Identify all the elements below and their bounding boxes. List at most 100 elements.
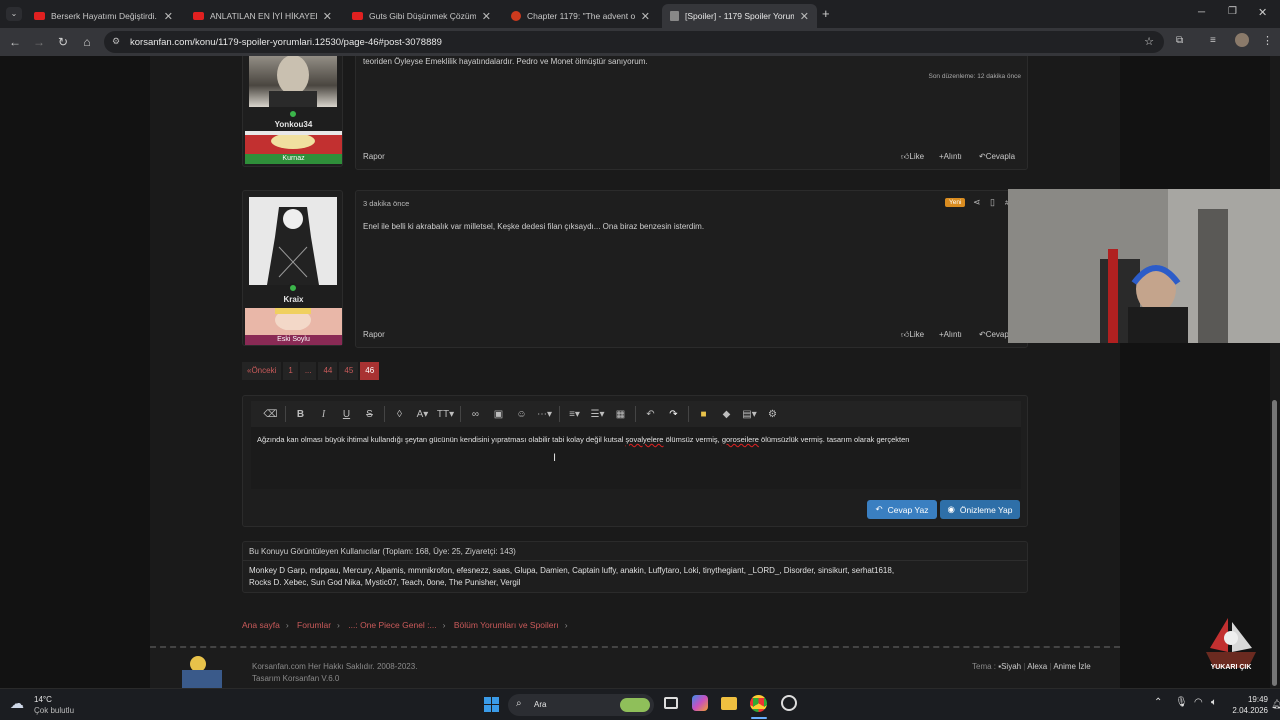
table-icon[interactable]: ▦ xyxy=(609,409,632,420)
back-icon[interactable]: ← xyxy=(4,31,26,53)
undo-icon[interactable]: ↶ xyxy=(639,409,662,420)
color-icon[interactable]: ◊ xyxy=(388,409,411,420)
notification-icon[interactable]: 🔔︎ xyxy=(1271,699,1280,710)
theme-link[interactable]: Siyah xyxy=(1001,662,1021,671)
quote-button[interactable]: +Alıntı xyxy=(939,152,962,161)
share-icon[interactable]: ⋖ xyxy=(973,197,981,208)
close-icon[interactable]: ✕ xyxy=(323,10,332,23)
extensions-icon[interactable]: ⧉ xyxy=(1176,35,1183,46)
page-link-current[interactable]: 46 xyxy=(360,362,380,380)
eraser-icon[interactable]: ⌫ xyxy=(259,409,282,420)
prev-page-link[interactable]: «Önceki xyxy=(242,362,282,380)
tab-search-button[interactable]: ⌄ xyxy=(6,7,22,21)
close-icon[interactable]: ✕ xyxy=(164,10,173,23)
close-icon[interactable]: ✕ xyxy=(482,10,491,23)
breadcrumb-category[interactable]: ...: One Piece Genel :... xyxy=(348,620,436,630)
home-icon[interactable]: ⌂ xyxy=(76,31,98,53)
page-link-1[interactable]: 1 xyxy=(283,362,298,380)
report-link[interactable]: Rapor xyxy=(363,152,385,161)
drafts-icon[interactable]: ▤▾ xyxy=(738,409,761,420)
viewers-list-line2[interactable]: Rocks D. Xebec, Sun God Nika, Mystic07, … xyxy=(249,578,520,587)
microphone-icon[interactable]: 🎙︎ xyxy=(1175,697,1188,708)
more-icon[interactable]: ⋯▾ xyxy=(533,409,556,420)
reply-link[interactable]: ↶Cevapla xyxy=(979,152,1015,161)
font-size-icon[interactable]: TT▾ xyxy=(434,409,457,420)
post-time[interactable]: 3 dakika önce xyxy=(363,199,409,208)
page-link-44[interactable]: 44 xyxy=(318,362,338,380)
font-family-icon[interactable]: A▾ xyxy=(411,409,434,420)
taskbar-search[interactable]: ⌕ Ara xyxy=(508,694,654,716)
page-ellipsis[interactable]: ... xyxy=(299,362,317,380)
align-icon[interactable]: ≡▾ xyxy=(563,409,586,420)
like-button[interactable]: 👍︎Like xyxy=(901,152,924,162)
tab-3[interactable]: Guts Gibi Düşünmek Çözüm Ol ✕ xyxy=(344,4,499,28)
bookmark-icon[interactable]: ▯ xyxy=(990,197,995,208)
new-tab-button[interactable]: + xyxy=(822,6,830,21)
close-icon[interactable]: ✕ xyxy=(641,10,650,23)
strikethrough-icon[interactable]: S xyxy=(358,409,381,420)
image-icon[interactable]: ▣ xyxy=(487,409,510,420)
alexa-link[interactable]: Alexa xyxy=(1027,662,1047,671)
chrome-icon[interactable] xyxy=(750,695,767,712)
username[interactable]: Kraix xyxy=(243,295,344,304)
online-status-icon xyxy=(288,109,298,119)
breadcrumb-home[interactable]: Ana sayfa xyxy=(242,620,280,630)
scrollbar-thumb[interactable] xyxy=(1272,400,1277,686)
page-link-45[interactable]: 45 xyxy=(339,362,359,380)
anime-link[interactable]: Anime İzle xyxy=(1053,662,1090,671)
underline-icon[interactable]: U xyxy=(335,409,358,420)
weather-desc[interactable]: Çok bulutlu xyxy=(34,706,74,715)
chevron-up-icon[interactable]: ⌃ xyxy=(1154,697,1162,708)
bold-icon[interactable]: B xyxy=(289,409,312,420)
text-cursor-icon: I xyxy=(553,452,557,464)
tab-4[interactable]: Chapter 1179: "The advent of N ✕ xyxy=(503,4,658,28)
tab-5-active[interactable]: [Spoiler] - 1179 Spoiler Yorumla ✕ xyxy=(662,4,817,28)
quote-button[interactable]: +Alıntı xyxy=(939,330,962,339)
reload-icon[interactable]: ↻ xyxy=(52,31,74,53)
volume-icon[interactable]: 🔈︎ xyxy=(1211,697,1217,708)
emoji-icon[interactable]: ☺ xyxy=(510,409,533,420)
clock-date[interactable]: 2.04.2026 xyxy=(1226,706,1268,715)
file-explorer-icon[interactable] xyxy=(721,697,737,710)
forward-icon[interactable]: → xyxy=(28,31,50,53)
back-to-top-button[interactable]: YUKARI ÇIK xyxy=(1198,612,1264,682)
spoiler-icon[interactable]: ■ xyxy=(692,409,715,420)
url-field[interactable]: ⚙ korsanfan.com/konu/1179-spoiler-yoruml… xyxy=(104,31,1164,53)
wifi-icon[interactable]: ◠ xyxy=(1194,697,1203,708)
reading-list-icon[interactable]: ≡ xyxy=(1210,35,1216,46)
task-view-icon[interactable] xyxy=(664,697,678,709)
avatar[interactable] xyxy=(1235,33,1249,47)
like-button[interactable]: 👍︎Like xyxy=(901,330,924,340)
link-icon[interactable]: ∞ xyxy=(464,409,487,420)
preview-button[interactable]: ◉ Önizleme Yap xyxy=(940,500,1020,519)
reply-submit-button[interactable]: ↶ Cevap Yaz xyxy=(867,500,937,519)
message-textarea[interactable]: Ağzında kan olması büyük ihtimal kulland… xyxy=(251,427,1021,489)
username[interactable]: Yonkou34 xyxy=(243,120,344,129)
close-icon[interactable]: ✕ xyxy=(800,10,809,23)
viewers-list[interactable]: Monkey D Garp, mdppau, Mercury, Alpamis,… xyxy=(249,566,894,575)
windows-start-icon[interactable] xyxy=(484,697,499,712)
copilot-icon[interactable] xyxy=(692,695,708,711)
tab-1[interactable]: Berserk Hayatımı Değiştirdi. - Y✕ xyxy=(26,4,181,28)
breadcrumb-section[interactable]: Bölüm Yorumları ve Spoilerı xyxy=(454,620,559,630)
menu-icon[interactable]: ⋮ xyxy=(1262,34,1273,47)
restore-icon[interactable]: ❐ xyxy=(1228,6,1237,17)
minimize-icon[interactable]: ─ xyxy=(1198,7,1205,18)
bookmark-star-icon[interactable]: ☆ xyxy=(1144,35,1154,48)
app-icon[interactable] xyxy=(781,695,797,711)
weather-temp[interactable]: 14°C xyxy=(34,695,52,704)
list-icon[interactable]: ☰▾ xyxy=(586,409,609,420)
report-link[interactable]: Rapor xyxy=(363,330,385,339)
italic-icon[interactable]: I xyxy=(312,409,335,420)
redo-icon[interactable]: ↷ xyxy=(662,409,685,420)
tag-icon[interactable]: ◆ xyxy=(715,409,738,420)
site-info-icon[interactable]: ⚙ xyxy=(112,36,120,47)
breadcrumb-forums[interactable]: Forumlar xyxy=(297,620,331,630)
user-avatar[interactable] xyxy=(249,197,337,285)
user-avatar[interactable] xyxy=(249,56,337,107)
clock-time[interactable]: 19:49 xyxy=(1230,695,1268,704)
tab-2[interactable]: ANLATILAN EN İYİ HİKAYELERD✕ xyxy=(185,4,340,28)
close-window-icon[interactable]: ✕ xyxy=(1258,6,1267,19)
scrollbar[interactable] xyxy=(1270,56,1280,688)
settings-gear-icon[interactable]: ⚙ xyxy=(761,409,784,420)
